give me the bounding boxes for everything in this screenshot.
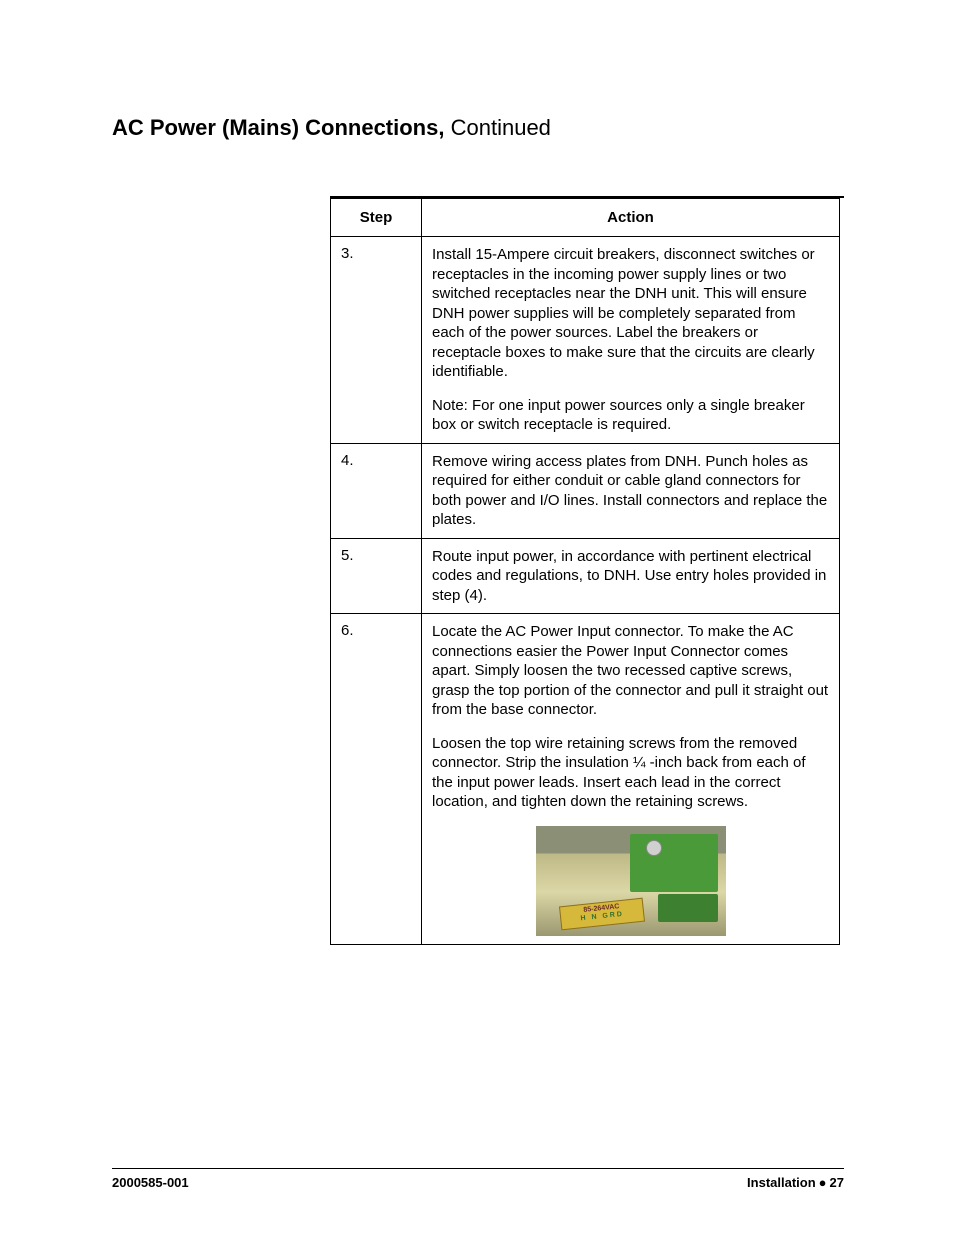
table-row: 3.Install 15-Ampere circuit breakers, di… bbox=[331, 237, 840, 444]
step-cell: 4. bbox=[331, 443, 422, 538]
connector-block bbox=[630, 834, 718, 892]
action-paragraph: Locate the AC Power Input connector. To … bbox=[432, 622, 829, 720]
table-row: 4.Remove wiring access plates from DNH. … bbox=[331, 443, 840, 538]
action-paragraph: Install 15-Ampere circuit breakers, disc… bbox=[432, 245, 829, 382]
document-page: AC Power (Mains) Connections, Continued … bbox=[0, 0, 954, 1235]
ac-connector-photo: 85-264VACH N GRD bbox=[536, 826, 726, 936]
heading-continued: Continued bbox=[451, 115, 551, 140]
header-action: Action bbox=[422, 199, 840, 237]
connector-base bbox=[658, 894, 718, 922]
footer-page-number: 27 bbox=[830, 1175, 844, 1190]
footer-doc-number: 2000585-001 bbox=[112, 1175, 189, 1190]
step-cell: 3. bbox=[331, 237, 422, 444]
page-heading: AC Power (Mains) Connections, Continued bbox=[112, 115, 844, 141]
action-cell: Route input power, in accordance with pe… bbox=[422, 538, 840, 614]
action-paragraph: Note: For one input power sources only a… bbox=[432, 396, 829, 435]
steps-table: Step Action 3.Install 15-Ampere circuit … bbox=[330, 198, 840, 945]
screw-icon bbox=[646, 840, 662, 856]
header-step: Step bbox=[331, 199, 422, 237]
bullet-icon: ● bbox=[819, 1175, 827, 1190]
step-cell: 5. bbox=[331, 538, 422, 614]
page-footer: 2000585-001 Installation●27 bbox=[112, 1168, 844, 1190]
connector-label: 85-264VACH N GRD bbox=[558, 897, 644, 930]
action-paragraph: Route input power, in accordance with pe… bbox=[432, 547, 829, 606]
action-cell: Install 15-Ampere circuit breakers, disc… bbox=[422, 237, 840, 444]
heading-title: AC Power (Mains) Connections, bbox=[112, 115, 444, 140]
action-paragraph: Remove wiring access plates from DNH. Pu… bbox=[432, 452, 829, 530]
table-row: 5.Route input power, in accordance with … bbox=[331, 538, 840, 614]
step-cell: 6. bbox=[331, 614, 422, 945]
action-cell: Locate the AC Power Input connector. To … bbox=[422, 614, 840, 945]
table-row: 6.Locate the AC Power Input connector. T… bbox=[331, 614, 840, 945]
footer-section: Installation bbox=[747, 1175, 816, 1190]
footer-right: Installation●27 bbox=[747, 1175, 844, 1190]
action-cell: Remove wiring access plates from DNH. Pu… bbox=[422, 443, 840, 538]
steps-table-wrapper: Step Action 3.Install 15-Ampere circuit … bbox=[330, 196, 844, 945]
action-paragraph: Loosen the top wire retaining screws fro… bbox=[432, 734, 829, 812]
